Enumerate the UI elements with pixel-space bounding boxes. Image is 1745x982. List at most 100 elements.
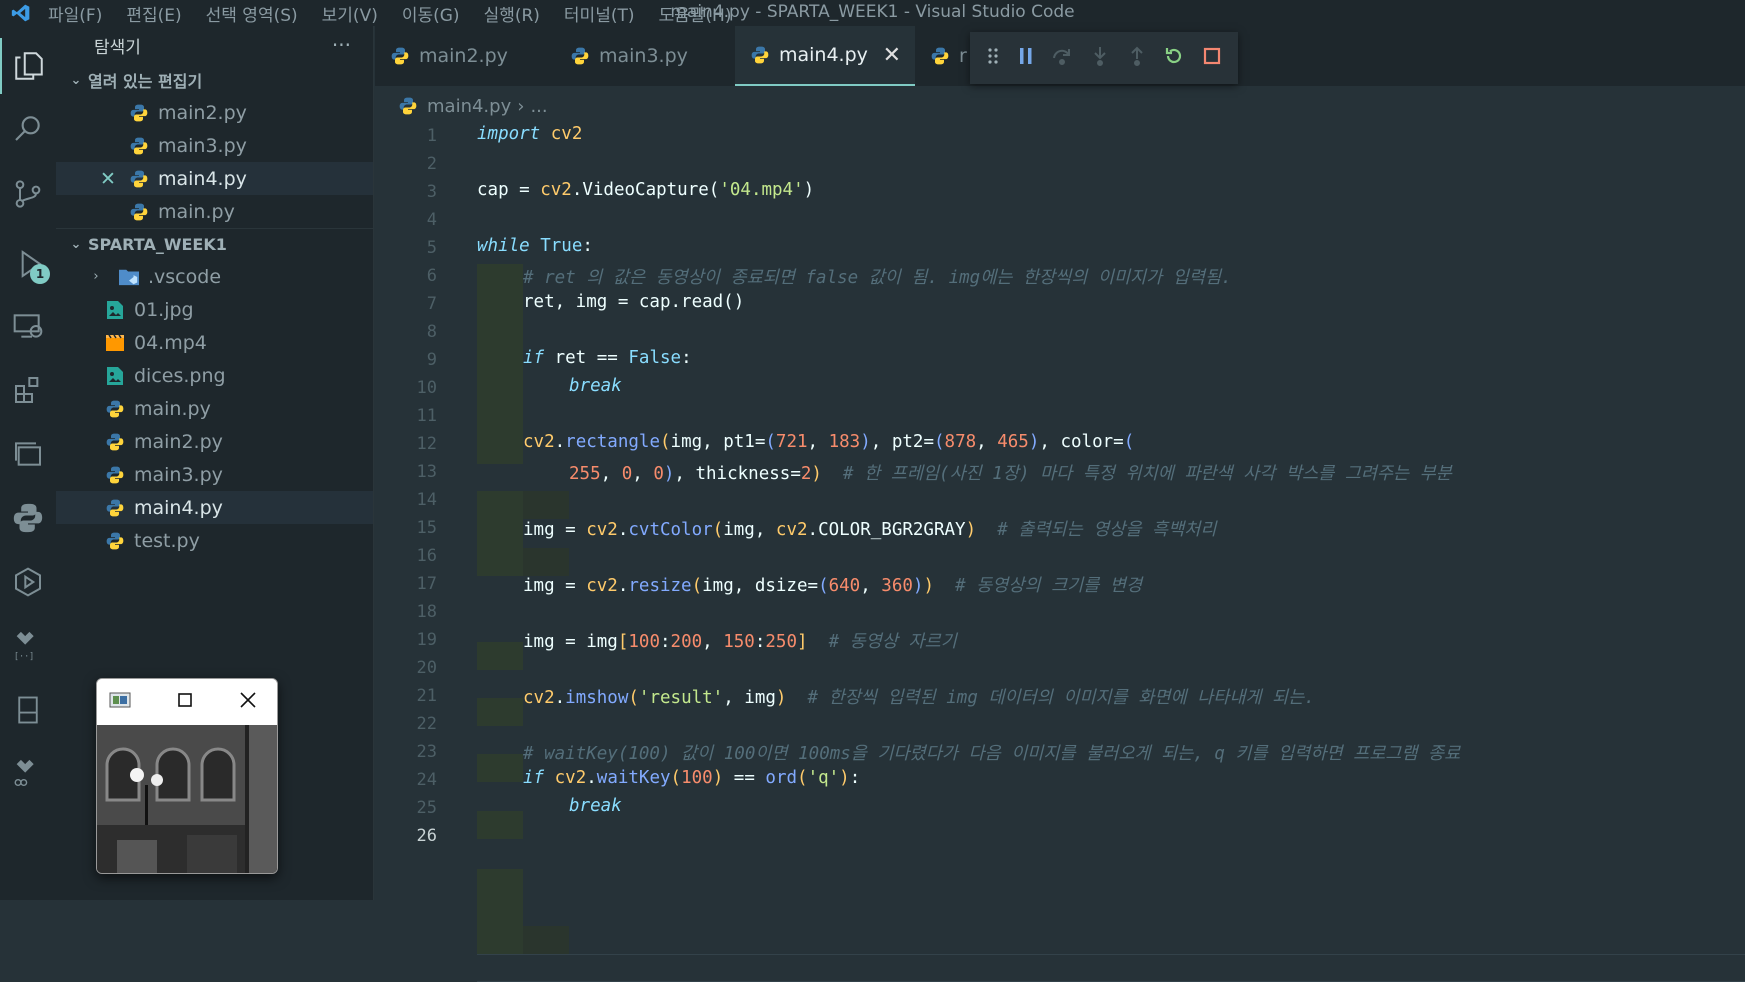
- line-number: 11: [416, 406, 437, 426]
- line-number: 12: [416, 434, 437, 454]
- restart-icon[interactable]: [1163, 45, 1185, 71]
- menu-run[interactable]: 실행(R): [484, 1, 540, 26]
- deploy-icon[interactable]: [0, 746, 56, 802]
- chevron-right-icon: ›: [93, 269, 99, 284]
- open-editor-item[interactable]: main.py: [56, 195, 373, 228]
- menu-file[interactable]: 파일(F): [48, 1, 102, 26]
- testing-icon[interactable]: [0, 554, 56, 610]
- indent-guide: [477, 491, 523, 551]
- line-number: 17: [416, 574, 437, 594]
- file-item[interactable]: 04.mp4: [56, 326, 373, 359]
- open-editor-label: main4.py: [158, 167, 247, 190]
- file-item[interactable]: 01.jpg: [56, 293, 373, 326]
- opencv-result-window[interactable]: [96, 678, 278, 874]
- python-file-icon: [929, 45, 951, 67]
- tab-main[interactable]: r: [915, 26, 975, 86]
- file-item-active[interactable]: main4.py: [56, 491, 373, 524]
- file-item[interactable]: main2.py: [56, 425, 373, 458]
- file-label: 01.jpg: [134, 298, 194, 321]
- tab-label: r: [959, 45, 967, 67]
- search-icon[interactable]: [0, 100, 56, 156]
- open-editor-label: main.py: [158, 200, 235, 223]
- breadcrumb: main4.py › ...: [397, 92, 548, 120]
- run-debug-icon[interactable]: 1: [0, 236, 56, 292]
- debug-badge: 1: [30, 264, 50, 284]
- maximize-icon[interactable]: [177, 692, 193, 712]
- line-number: 25: [416, 798, 437, 818]
- result-image: [97, 725, 277, 873]
- stop-icon[interactable]: [1202, 46, 1222, 70]
- file-item[interactable]: main.py: [56, 392, 373, 425]
- menu-terminal[interactable]: 터미널(T): [564, 1, 635, 26]
- remote-explorer-icon[interactable]: [0, 298, 56, 354]
- more-actions-icon[interactable]: ···: [332, 33, 351, 57]
- chevron-down-icon: ⌄: [70, 72, 82, 88]
- open-editor-item-active[interactable]: ✕ main4.py: [56, 162, 373, 195]
- tab-main2[interactable]: main2.py: [375, 26, 555, 86]
- tab-label: main2.py: [419, 45, 508, 67]
- open-editor-item[interactable]: main2.py: [56, 96, 373, 129]
- vscode-logo-icon: [8, 0, 34, 26]
- menu-go[interactable]: 이동(G): [402, 1, 460, 26]
- open-editor-label: main2.py: [158, 101, 247, 124]
- menu-edit[interactable]: 편집(E): [126, 1, 181, 26]
- step-into-icon[interactable]: [1090, 45, 1110, 71]
- python-file-icon: [104, 530, 126, 552]
- open-editors-title: 열려 있는 편집기: [88, 72, 203, 91]
- python-file-icon: [128, 135, 150, 157]
- line-number: 1: [426, 126, 437, 146]
- breadcrumb-symbols[interactable]: ...: [530, 96, 547, 117]
- step-over-icon[interactable]: [1051, 46, 1073, 70]
- activity-bar: 1 [··]: [0, 26, 56, 900]
- image-file-icon: [104, 365, 126, 387]
- line-number: 21: [416, 686, 437, 706]
- folder-item[interactable]: › .vscode: [56, 260, 373, 293]
- breadcrumb-file[interactable]: main4.py: [427, 96, 511, 117]
- menu-help[interactable]: 도움말(H): [659, 1, 732, 26]
- panels-icon[interactable]: [0, 426, 56, 482]
- indent-guide: [477, 754, 523, 782]
- file-item[interactable]: dices.png: [56, 359, 373, 392]
- step-out-icon[interactable]: [1127, 45, 1147, 71]
- tab-main3[interactable]: main3.py: [555, 26, 735, 86]
- menu-selection[interactable]: 선택 영역(S): [206, 1, 298, 26]
- app-icon: [109, 692, 131, 712]
- pause-icon[interactable]: [1017, 46, 1035, 70]
- close-tab-icon[interactable]: ✕: [883, 43, 901, 68]
- close-editor-icon[interactable]: ✕: [100, 168, 116, 190]
- explorer-icon[interactable]: [0, 38, 56, 94]
- line-number: 20: [416, 658, 437, 678]
- explorer-header: 탐색기 ···: [56, 26, 373, 64]
- code-editor[interactable]: 1 2 3 4 5 6 7 8 9 10 11 12 13 14 15 16 1…: [375, 122, 1745, 982]
- python-file-icon: [104, 431, 126, 453]
- jupyter-icon[interactable]: [··]: [0, 618, 56, 674]
- notebook-icon[interactable]: [0, 682, 56, 738]
- open-editor-item[interactable]: main3.py: [56, 129, 373, 162]
- file-item[interactable]: test.py: [56, 524, 373, 557]
- line-number: 7: [426, 294, 437, 314]
- python-icon[interactable]: [0, 490, 56, 546]
- open-editors-section[interactable]: ⌄ 열려 있는 편집기: [56, 64, 373, 96]
- extensions-icon[interactable]: [0, 362, 56, 418]
- indent-guide: [523, 548, 569, 576]
- menu-view[interactable]: 보기(V): [322, 1, 378, 26]
- workspace-section[interactable]: ⌄ SPARTA_WEEK1: [56, 228, 373, 260]
- python-file-icon: [389, 45, 411, 67]
- indent-guide: [523, 926, 569, 954]
- source-control-icon[interactable]: [0, 166, 56, 222]
- close-icon[interactable]: [239, 691, 257, 713]
- indent-guide: [477, 642, 523, 670]
- python-file-icon: [128, 168, 150, 190]
- result-window-titlebar[interactable]: [97, 679, 277, 725]
- file-item[interactable]: main3.py: [56, 458, 373, 491]
- line-number: 3: [426, 182, 437, 202]
- drag-handle-icon[interactable]: [986, 46, 1000, 70]
- tab-main4[interactable]: main4.py ✕: [735, 26, 915, 86]
- python-file-icon: [569, 45, 591, 67]
- indent-guide: [477, 264, 523, 464]
- file-label: main3.py: [134, 463, 223, 486]
- python-file-icon: [104, 464, 126, 486]
- indent-guide: [477, 548, 523, 576]
- explorer-title: 탐색기: [94, 37, 141, 58]
- vscode-folder-icon: [118, 266, 140, 288]
